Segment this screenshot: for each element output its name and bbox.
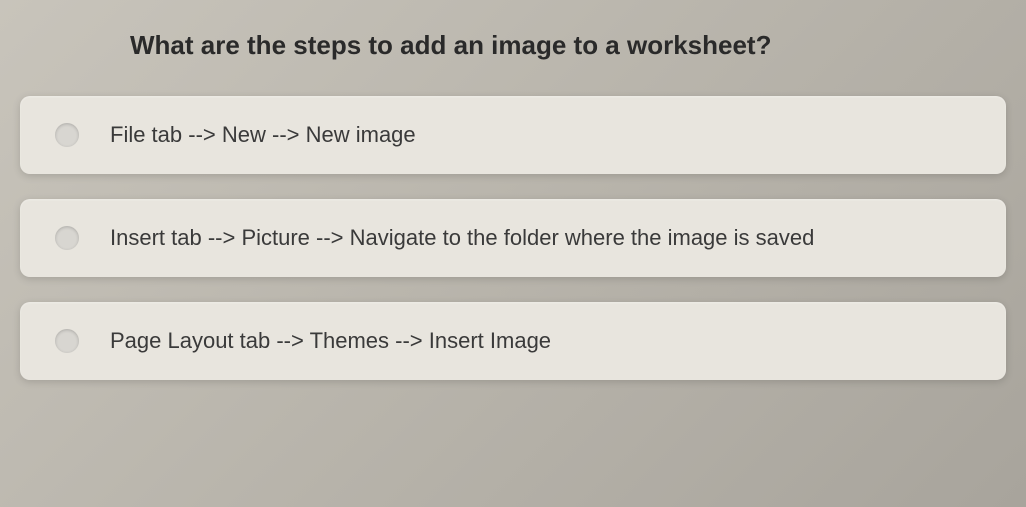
answer-option-1[interactable]: File tab --> New --> New image (20, 96, 1006, 174)
option-text: Page Layout tab --> Themes --> Insert Im… (110, 328, 551, 353)
answer-option-3[interactable]: Page Layout tab --> Themes --> Insert Im… (20, 302, 1006, 380)
answer-option-2[interactable]: Insert tab --> Picture --> Navigate to t… (20, 199, 1006, 277)
option-text: Insert tab --> Picture --> Navigate to t… (110, 225, 814, 250)
question-text: What are the steps to add an image to a … (130, 30, 1006, 61)
option-text: File tab --> New --> New image (110, 122, 416, 147)
